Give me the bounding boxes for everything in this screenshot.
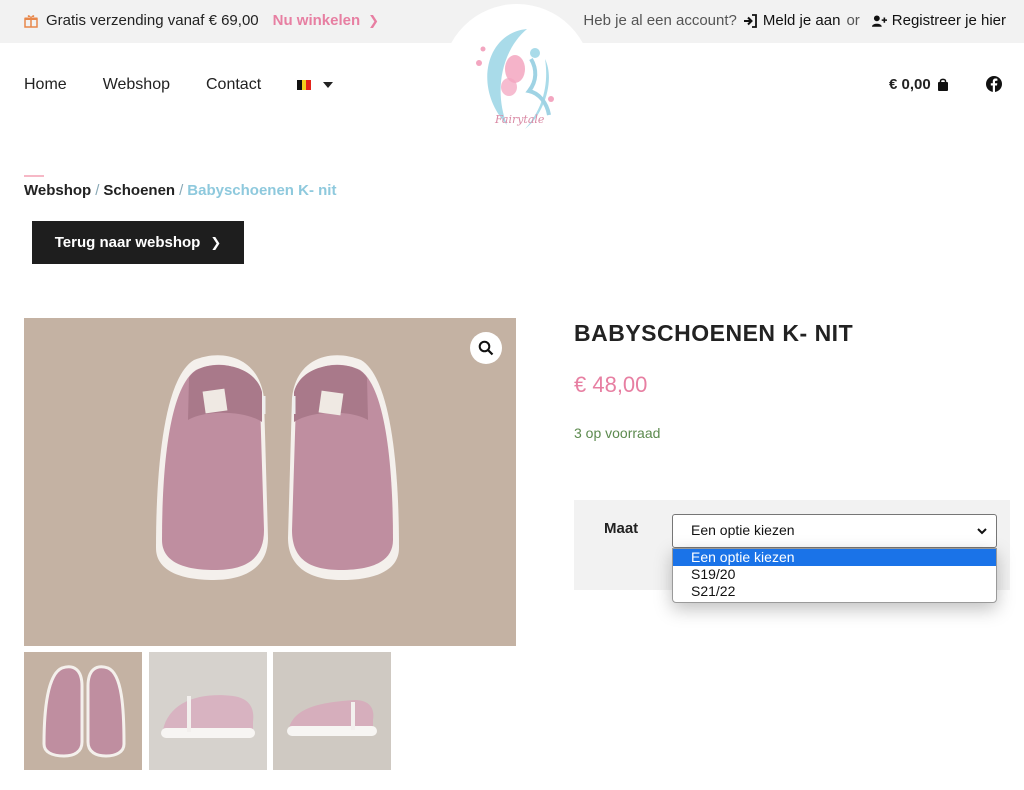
site-logo[interactable]: Fairytale [442, 4, 592, 154]
cart-total: € 0,00 [889, 76, 931, 93]
chevron-down-icon [977, 528, 987, 535]
gift-icon [24, 14, 38, 28]
logo-text: Fairytale [494, 113, 545, 126]
belgian-flag-icon [297, 80, 312, 90]
chevron-down-icon [323, 82, 334, 88]
product-thumbnail-2[interactable] [149, 652, 267, 770]
breadcrumb: Webshop / Schoenen / Babyschoenen K- nit [24, 182, 336, 199]
size-dropdown-list: Een optie kiezen S19/20 S21/22 [672, 548, 997, 603]
account-links: Heb je al een account? Meld je aan or Re… [583, 12, 1006, 29]
register-link[interactable]: Registreer je hier [892, 12, 1006, 29]
size-option[interactable]: S21/22 [673, 583, 996, 600]
breadcrumb-schoenen[interactable]: Schoenen [103, 182, 175, 199]
thumbnail-image [149, 652, 267, 770]
language-switcher[interactable] [297, 80, 334, 90]
nav-item-contact[interactable]: Contact [206, 76, 261, 94]
sign-in-icon [743, 13, 757, 28]
back-button-label: Terug naar webshop [54, 234, 201, 251]
breadcrumb-current: Babyschoenen K- nit [187, 182, 337, 199]
chevron-right-icon: ❯ [368, 12, 380, 28]
back-to-webshop-button[interactable]: Terug naar webshop ❯ [32, 221, 244, 264]
breadcrumb-separator: / [95, 182, 100, 199]
baby-shoes-photo [24, 318, 516, 646]
cart-link[interactable]: € 0,00 [889, 76, 949, 93]
zoom-button[interactable] [470, 332, 502, 364]
product-title: BABYSCHOENEN K- NIT [574, 320, 854, 346]
shipping-notice: Gratis verzending vanaf € 69,00 Nu winke… [24, 12, 379, 29]
chevron-right-icon: ❯ [210, 234, 222, 250]
nav-item-webshop[interactable]: Webshop [103, 76, 170, 94]
breadcrumb-separator: / [179, 182, 184, 199]
nav-item-home[interactable]: Home [24, 76, 67, 94]
account-question: Heb je al een account? [583, 12, 737, 29]
shipping-text: Gratis verzending vanaf € 69,00 [46, 12, 259, 29]
facebook-icon[interactable] [986, 76, 1002, 92]
breadcrumb-webshop[interactable]: Webshop [24, 182, 91, 199]
size-select-value: Een optie kiezen [691, 522, 795, 538]
login-link[interactable]: Meld je aan [763, 12, 841, 29]
user-plus-icon [871, 14, 887, 27]
size-option[interactable]: Een optie kiezen [673, 549, 996, 566]
thumbnail-image [24, 652, 142, 770]
breadcrumb-accent-line [24, 175, 44, 177]
stock-status: 3 op voorraad [574, 425, 661, 441]
size-label: Maat [604, 520, 639, 537]
search-icon [478, 340, 494, 356]
product-thumbnail-3[interactable] [273, 652, 391, 770]
shop-now-link[interactable]: Nu winkelen [273, 12, 361, 29]
fairy-logo-icon: Fairytale [476, 29, 554, 129]
main-nav: Home Webshop Contact [24, 76, 334, 94]
product-main-image[interactable] [24, 318, 516, 646]
size-select[interactable]: Een optie kiezen [672, 514, 997, 548]
product-thumbnail-1[interactable] [24, 652, 142, 770]
thumbnail-image [273, 652, 391, 770]
product-price: € 48,00 [574, 372, 648, 397]
size-option[interactable]: S19/20 [673, 566, 996, 583]
or-text: or [846, 12, 860, 29]
shopping-bag-icon [937, 78, 948, 91]
